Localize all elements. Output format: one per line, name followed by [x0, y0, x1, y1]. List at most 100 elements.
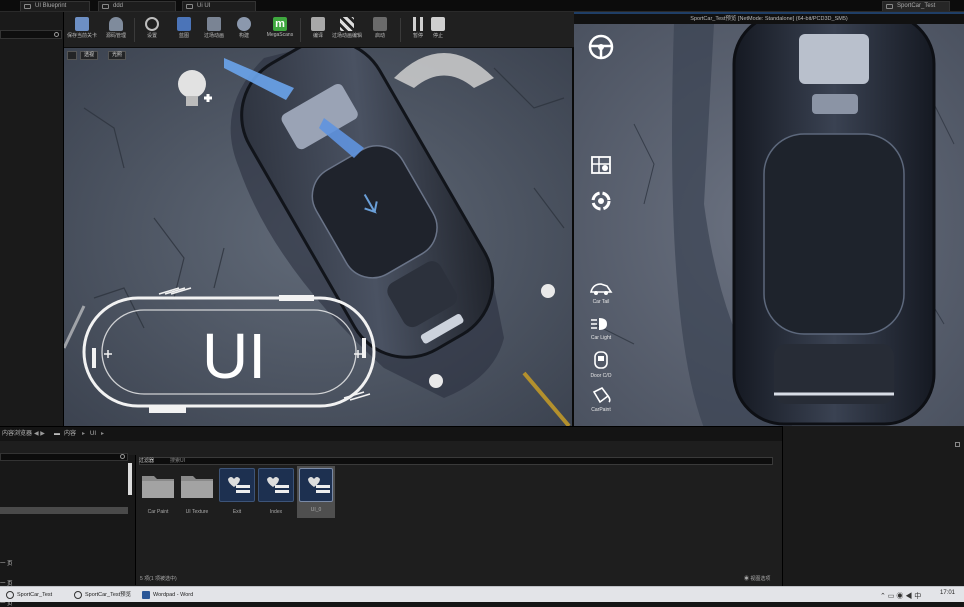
- save-current-level-button[interactable]: 保存当前关卡: [66, 15, 98, 45]
- save-icon: [75, 17, 89, 31]
- tree-search-input[interactable]: [0, 453, 128, 461]
- folder-icon: [140, 468, 176, 502]
- left-search-input[interactable]: [0, 30, 62, 39]
- launch-icon: [373, 17, 387, 31]
- viewport-ui-text: UI: [202, 320, 266, 392]
- folder-tree: 一 页 一 页 一 页: [0, 453, 136, 607]
- unreal-icon: [74, 591, 82, 599]
- breadcrumb-separator: ▸: [82, 431, 86, 437]
- word-icon: [142, 591, 150, 599]
- stop-icon: [431, 17, 445, 31]
- tab-ui-blueprint[interactable]: UI Blueprint: [20, 1, 90, 11]
- launch-button[interactable]: 启动: [364, 15, 396, 45]
- taskbar-item-sportcar-preview[interactable]: SportCar_Test预览: [72, 589, 134, 601]
- unreal-icon: [6, 591, 14, 599]
- left-panel: [0, 12, 64, 426]
- tree-item[interactable]: 一 页: [0, 559, 13, 567]
- tab-sportcar-test[interactable]: SportCar_Test: [882, 1, 950, 11]
- swirl-icon: [591, 191, 611, 211]
- perspective-button[interactable]: 透视: [80, 51, 99, 60]
- pie-window-title: SportCar_Test预览 [NetMode: Standalone] (6…: [574, 14, 964, 24]
- blueprints-button[interactable]: 蓝图: [168, 15, 200, 45]
- os-taskbar: SportCar_Test SportCar_Test预览 Wordpad - …: [0, 586, 964, 602]
- viewport-scene: UI: [64, 48, 572, 426]
- build-icon: [237, 17, 251, 31]
- level-viewport[interactable]: UI 透视 光照: [64, 48, 574, 426]
- steering-wheel-icon: [588, 34, 614, 60]
- level-icon: [886, 4, 893, 9]
- asset-folder-ui-texture[interactable]: UI Texture: [179, 468, 215, 518]
- breadcrumb-arrow-icon: ▸: [101, 431, 105, 437]
- asset-widget-ui-selected[interactable]: UI_0: [297, 466, 335, 518]
- tab-ddd[interactable]: ddd: [98, 1, 176, 11]
- widget-blueprint-icon: [219, 468, 255, 502]
- asset-search-input[interactable]: 搜索UI: [139, 457, 773, 465]
- clock: 17:01: [940, 590, 956, 596]
- car-light-button[interactable]: Car Light: [582, 316, 620, 341]
- toolbar-divider: [300, 18, 301, 42]
- folder-icon: ▬: [54, 431, 60, 437]
- map-pin-icon: [591, 156, 611, 174]
- blueprint-icon: [102, 4, 109, 9]
- stop-button[interactable]: 停止: [422, 15, 454, 45]
- car-light-icon: [591, 318, 607, 330]
- clapper-icon: [340, 17, 354, 31]
- widget-blueprint-icon: [299, 468, 333, 502]
- content-browser: 内容浏览器 ◀ ▶ ▬ 内容 ▸ UI ▸ 一 页 一 页 一 页 过滤器 搜索…: [0, 426, 782, 607]
- view-options-button[interactable]: ◉ 视图选项: [744, 575, 770, 582]
- filter-button[interactable]: 过滤器: [139, 457, 154, 464]
- car-tail-button[interactable]: Car Tail: [582, 280, 620, 305]
- compile-icon: [311, 17, 325, 31]
- door-icon: [594, 351, 608, 369]
- asset-count-status: 5 项(1 项被选中): [140, 576, 177, 582]
- blueprint-icon: [24, 4, 31, 9]
- car-paint-button[interactable]: CarPaint: [582, 386, 620, 413]
- swirl-button[interactable]: [582, 190, 620, 214]
- breadcrumb-ui[interactable]: UI: [90, 427, 96, 441]
- folder-icon: [179, 468, 215, 502]
- toolbar-divider: [134, 18, 135, 42]
- nav-arrows-icon[interactable]: ◀ ▶: [34, 427, 45, 441]
- door-toggle-button[interactable]: Door C/O: [582, 350, 620, 379]
- toolbar-divider: [400, 18, 401, 42]
- viewport-options-button[interactable]: [67, 51, 77, 60]
- taskbar-item-word[interactable]: Wordpad - Word: [140, 589, 200, 601]
- blueprint-icon: [186, 4, 193, 9]
- settings-button[interactable]: 设置: [136, 15, 168, 45]
- megascans-icon: m: [273, 17, 287, 31]
- asset-widget-exit[interactable]: Exit: [219, 468, 255, 518]
- megascans-button[interactable]: m MegaScans: [262, 15, 298, 45]
- car-tail-icon: [589, 283, 613, 295]
- cinematics-icon: [207, 17, 221, 31]
- source-control-icon: [109, 17, 123, 31]
- paint-bucket-icon: [592, 386, 611, 404]
- play-in-editor-window[interactable]: SportCar_Test预览 [NetMode: Standalone] (6…: [574, 12, 964, 426]
- pie-scene: [574, 24, 964, 426]
- blueprint-icon: [177, 17, 191, 31]
- steering-wheel-button[interactable]: [582, 34, 620, 62]
- asset-widget-index[interactable]: Index: [258, 468, 294, 518]
- search-icon: [54, 32, 59, 37]
- content-browser-title: 内容浏览器: [2, 431, 33, 437]
- settings-icon: [145, 17, 159, 31]
- lock-icon[interactable]: [955, 442, 960, 447]
- tab-ui[interactable]: Ui UI: [182, 1, 256, 11]
- widget-blueprint-icon: [258, 468, 294, 502]
- breadcrumb-content[interactable]: 内容: [64, 427, 76, 441]
- asset-folder-car-paint[interactable]: Car Paint: [140, 468, 176, 518]
- tree-selected-row[interactable]: [0, 507, 128, 514]
- cinematic-editor-button[interactable]: 过场动画编辑: [330, 15, 364, 45]
- build-button[interactable]: 构建: [228, 15, 260, 45]
- source-control-button[interactable]: 源码管理: [100, 15, 132, 45]
- content-browser-header: 内容浏览器 ◀ ▶ ▬ 内容 ▸ UI ▸: [0, 427, 782, 441]
- tree-scrollbar[interactable]: [128, 463, 132, 495]
- editor-tab-strip: UI Blueprint ddd Ui UI SportCar_Test: [0, 0, 964, 12]
- details-panel: [782, 426, 964, 586]
- map-location-button[interactable]: [582, 154, 620, 178]
- taskbar-item-sportcar[interactable]: SportCar_Test: [4, 589, 66, 601]
- main-toolbar: 保存当前关卡 源码管理 设置 蓝图 过场动画 构建 m MegaScans 编译 …: [64, 12, 574, 48]
- search-icon: [120, 454, 125, 459]
- system-tray-icons[interactable]: ⌃ ▭ ◉ ◀ 中: [880, 591, 921, 601]
- cinematics-button[interactable]: 过场动画: [198, 15, 230, 45]
- lit-mode-button[interactable]: 光照: [108, 51, 127, 60]
